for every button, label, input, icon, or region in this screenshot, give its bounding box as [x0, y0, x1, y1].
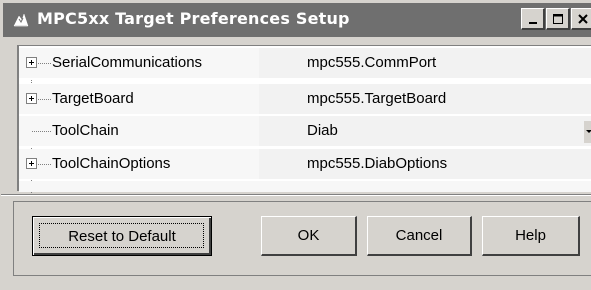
- maximize-icon: [552, 13, 563, 24]
- row-divider: [19, 78, 591, 79]
- window-title: MPC5xx Target Preferences Setup: [37, 9, 350, 28]
- tree-connector: [38, 99, 51, 100]
- tree-connector: [38, 63, 51, 64]
- toolchain-dropdown-button[interactable]: [584, 121, 591, 143]
- property-value-cell[interactable]: mpc555.TargetBoard: [259, 84, 591, 115]
- property-name-cell: TargetBoard: [19, 84, 259, 115]
- property-row-toolchain[interactable]: ToolChain Diab: [19, 116, 591, 147]
- close-button[interactable]: [571, 8, 591, 30]
- property-name-cell: ToolChainOptions: [19, 149, 259, 180]
- matlab-app-icon: [13, 13, 29, 27]
- property-row-targetboard[interactable]: TargetBoard mpc555.TargetBoard: [19, 84, 591, 115]
- property-value: Diab: [307, 122, 338, 139]
- focus-indicator: [39, 223, 204, 248]
- tree-connector: [38, 164, 51, 165]
- plus-expander-icon[interactable]: [26, 93, 37, 104]
- property-name-cell: SerialCommunications: [19, 48, 259, 79]
- ok-button[interactable]: OK: [261, 216, 357, 256]
- row-divider: [19, 179, 591, 180]
- property-value-cell[interactable]: Diab: [259, 116, 591, 147]
- property-value-cell[interactable]: mpc555.DiabOptions: [259, 149, 591, 180]
- minimize-button[interactable]: [521, 8, 545, 30]
- row-divider: [19, 146, 591, 147]
- title-bar[interactable]: MPC5xx Target Preferences Setup: [3, 3, 591, 37]
- plus-expander-icon[interactable]: [26, 57, 37, 68]
- cancel-button[interactable]: Cancel: [367, 216, 472, 256]
- cancel-button-label: Cancel: [395, 227, 443, 244]
- property-table: SerialCommunications mpc555.CommPort Tar…: [17, 45, 591, 194]
- help-button-label: Help: [515, 227, 546, 244]
- property-name-cell: ToolChain: [19, 116, 259, 147]
- plus-expander-icon[interactable]: [26, 158, 37, 169]
- property-name: TargetBoard: [52, 90, 134, 107]
- property-name: SerialCommunications: [52, 54, 203, 71]
- close-icon: [577, 13, 588, 24]
- property-value-cell[interactable]: mpc555.CommPort: [259, 48, 591, 79]
- property-row-serialcommunications[interactable]: SerialCommunications mpc555.CommPort: [19, 48, 591, 79]
- tree-connector: [32, 131, 51, 132]
- row-divider: [19, 114, 591, 115]
- separator-highlight: [1, 195, 591, 196]
- dialog-window: MPC5xx Target Preferences Setup SerialCo…: [0, 0, 591, 290]
- help-button[interactable]: Help: [482, 216, 580, 256]
- minimize-icon: [528, 21, 537, 24]
- ok-button-label: OK: [297, 227, 320, 244]
- property-value: mpc555.DiabOptions: [307, 155, 448, 172]
- property-value: mpc555.CommPort: [307, 54, 437, 71]
- maximize-button[interactable]: [546, 8, 570, 30]
- property-value: mpc555.TargetBoard: [307, 90, 447, 107]
- table-empty-area: [19, 181, 591, 192]
- chevron-down-icon: [586, 130, 591, 133]
- property-name: ToolChainOptions: [52, 155, 171, 172]
- property-row-toolchainoptions[interactable]: ToolChainOptions mpc555.DiabOptions: [19, 149, 591, 180]
- reset-to-default-button[interactable]: Reset to Default: [32, 216, 212, 256]
- property-name: ToolChain: [52, 122, 119, 139]
